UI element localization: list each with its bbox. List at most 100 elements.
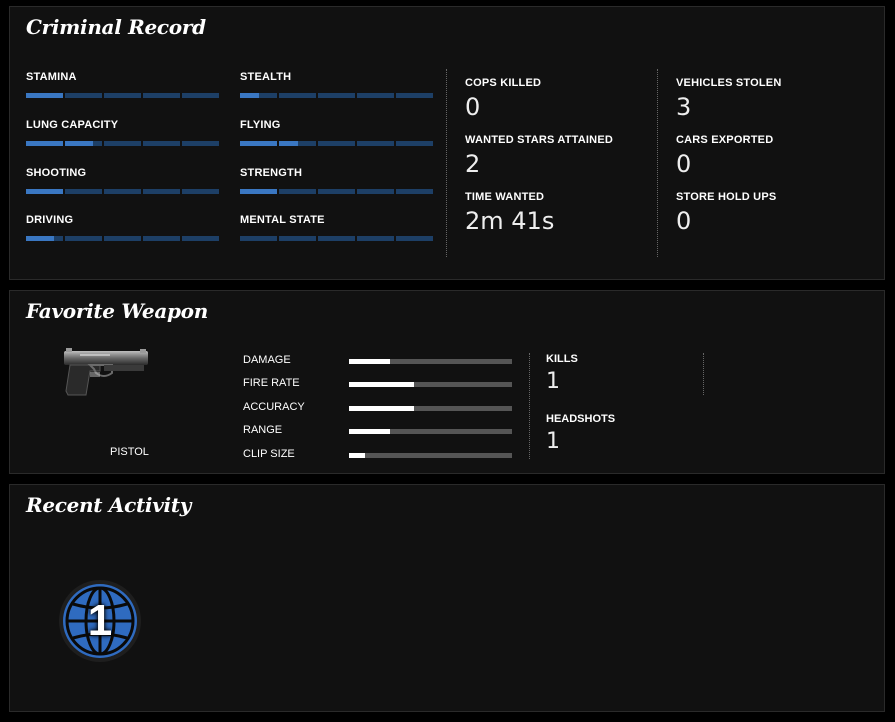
divider: [657, 69, 658, 257]
skill-bar-segment: [143, 189, 180, 194]
divider: [703, 353, 704, 395]
skill-bar: [26, 189, 219, 194]
stat-time-wanted: TIME WANTED 2m 41s: [465, 191, 655, 235]
criminal-record-title: Criminal Record: [26, 15, 206, 39]
skill-bar-segment: [104, 236, 141, 241]
stat-label: STORE HOLD UPS: [676, 191, 777, 203]
headshots-value: 1: [546, 429, 560, 454]
skill-bar: [240, 93, 433, 98]
skill-bar-fill: [65, 141, 93, 146]
skill-bar-segment: [357, 93, 394, 98]
skill-label: MENTAL STATE: [240, 214, 325, 226]
skill-bar-segment: [240, 141, 277, 146]
skill-bar: [26, 93, 219, 98]
stat-wanted-stars: WANTED STARS ATTAINED 2: [465, 134, 655, 178]
kills-label: KILLS: [546, 353, 578, 365]
weapon-stat-fill: [349, 406, 415, 411]
stat-value: 3: [676, 93, 692, 121]
recent-activity-title: Recent Activity: [26, 493, 192, 517]
skill-label: STRENGTH: [240, 167, 303, 179]
weapon-stat-fire-rate: FIRE RATE: [243, 377, 513, 391]
weapon-stat-accuracy: ACCURACY: [243, 401, 513, 415]
skill-label: STEALTH: [240, 71, 292, 83]
kills-value: 1: [546, 369, 560, 394]
skill-bar-segment: [396, 236, 433, 241]
weapon-stat-clip-size: CLIP SIZE: [243, 448, 513, 462]
stat-label: COPS KILLED: [465, 77, 542, 89]
skill-bar-segment: [318, 236, 355, 241]
skill-bar-segment: [240, 189, 277, 194]
skill-bar-segment: [26, 189, 63, 194]
skill-bar-segment: [104, 189, 141, 194]
weapon-stat-range: RANGE: [243, 424, 513, 438]
weapon-name: PISTOL: [110, 446, 149, 458]
stat-value: 2m 41s: [465, 207, 555, 235]
skill-bar: [26, 236, 219, 241]
favorite-weapon-title: Favorite Weapon: [26, 299, 208, 323]
skill-bar-segment: [65, 141, 102, 146]
skill-bar-fill: [26, 236, 54, 241]
skill-bar-segment: [26, 141, 63, 146]
divider: [529, 353, 530, 459]
skill-bar-segment: [396, 93, 433, 98]
weapon-kills: KILLS 1: [546, 353, 578, 394]
skill-bar-segment: [240, 93, 277, 98]
skill-bar-segment: [240, 236, 277, 241]
skill-bar-segment: [182, 141, 219, 146]
pistol-icon: [64, 348, 148, 396]
skill-bar-segment: [26, 93, 63, 98]
weapon-stat-fill: [349, 382, 415, 387]
skill-bar-segment: [318, 93, 355, 98]
skill-bar-segment: [65, 93, 102, 98]
divider: [446, 69, 447, 257]
skill-bar: [26, 141, 219, 146]
skill-label: DRIVING: [26, 214, 74, 226]
skill-bar-segment: [143, 93, 180, 98]
weapon-stat-label: ACCURACY: [243, 401, 305, 413]
favorite-weapon-panel: Favorite Weapon PISTOL DAMAGE FIRE RATE …: [9, 290, 885, 474]
skill-bar-segment: [318, 189, 355, 194]
weapon-stat-fill: [349, 429, 390, 434]
skill-bar-segment: [104, 93, 141, 98]
stat-label: CARS EXPORTED: [676, 134, 774, 146]
skill-bar-fill: [26, 93, 63, 98]
weapon-stat-label: DAMAGE: [243, 354, 291, 366]
headshots-label: HEADSHOTS: [546, 413, 616, 425]
skill-bar-segment: [279, 236, 316, 241]
stat-value: 0: [676, 207, 692, 235]
weapon-stat-label: RANGE: [243, 424, 283, 436]
badge-number: 1: [87, 596, 113, 645]
weapon-stat-damage: DAMAGE: [243, 354, 513, 368]
skill-bar-fill: [240, 141, 277, 146]
recent-activity-panel: Recent Activity 1: [9, 484, 885, 712]
skill-bar-fill: [279, 141, 298, 146]
stat-vehicles-stolen: VEHICLES STOLEN 3: [676, 77, 866, 121]
weapon-stat-bar: [349, 359, 512, 364]
skill-bar-segment: [26, 236, 63, 241]
skill-bar-segment: [357, 189, 394, 194]
skill-bar: [240, 236, 433, 241]
skill-label: SHOOTING: [26, 167, 87, 179]
skill-bar-segment: [143, 236, 180, 241]
weapon-stat-bar: [349, 382, 512, 387]
stat-value: 0: [465, 93, 481, 121]
skill-bar-fill: [26, 189, 63, 194]
stat-value: 0: [676, 150, 692, 178]
skill-bar-fill: [240, 93, 259, 98]
skill-bar-segment: [318, 141, 355, 146]
weapon-stat-bar: [349, 453, 512, 458]
stat-label: TIME WANTED: [465, 191, 545, 203]
skill-bar-segment: [396, 141, 433, 146]
skill-bar-fill: [26, 141, 63, 146]
skill-bar-segment: [143, 141, 180, 146]
weapon-headshots: HEADSHOTS 1: [546, 413, 615, 454]
skill-bar-segment: [65, 236, 102, 241]
stat-cops-killed: COPS KILLED 0: [465, 77, 655, 121]
skill-label: LUNG CAPACITY: [26, 119, 119, 131]
weapon-stat-label: FIRE RATE: [243, 377, 300, 389]
skill-bar-segment: [396, 189, 433, 194]
weapon-stat-bar: [349, 406, 512, 411]
skill-bar-segment: [104, 141, 141, 146]
skill-bar-segment: [65, 189, 102, 194]
stat-store-hold-ups: STORE HOLD UPS 0: [676, 191, 866, 235]
